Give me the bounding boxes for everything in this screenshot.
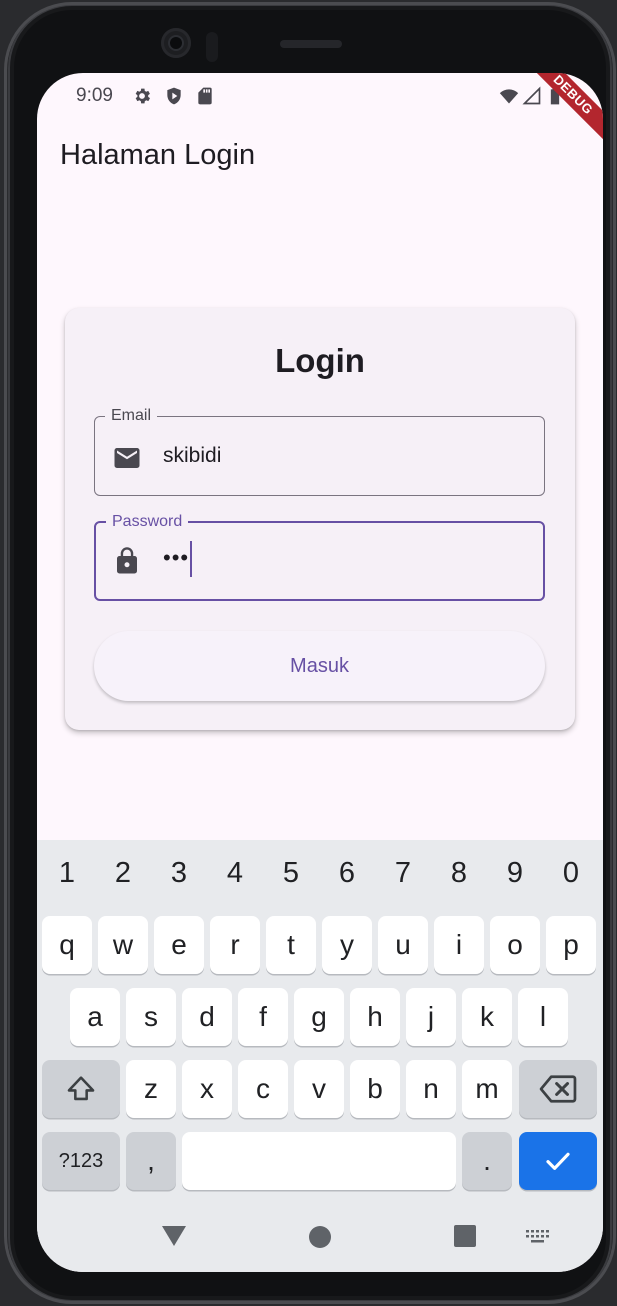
key-w[interactable]: w (98, 916, 148, 974)
email-label: Email (105, 406, 158, 426)
key-k[interactable]: k (462, 988, 512, 1046)
comma-key[interactable]: , (126, 1132, 176, 1190)
backspace-icon (539, 1075, 577, 1103)
enter-key[interactable] (519, 1132, 597, 1190)
password-field[interactable]: Password ••• (94, 512, 545, 601)
key-n[interactable]: n (406, 1060, 456, 1118)
login-card-title: Login (275, 342, 365, 379)
keyboard-switch-icon[interactable] (526, 1230, 550, 1249)
password-label: Password (106, 512, 189, 532)
key-0[interactable]: 0 (551, 857, 591, 890)
key-j[interactable]: j (406, 988, 456, 1046)
sd-card-icon (195, 86, 215, 106)
signal-icon (522, 86, 542, 106)
earpiece-speaker (280, 40, 342, 48)
lock-icon (112, 546, 142, 576)
key-e[interactable]: e (154, 916, 204, 974)
login-submit-button[interactable]: Masuk (94, 631, 545, 701)
key-r[interactable]: r (210, 916, 260, 974)
text-cursor (190, 541, 192, 577)
soft-keyboard: 1 2 3 4 5 6 7 8 9 0 q w e r t y u i o p (37, 840, 603, 1272)
proximity-sensor (206, 32, 218, 62)
key-6[interactable]: 6 (327, 857, 367, 890)
gear-icon (132, 86, 152, 106)
space-key[interactable] (182, 1132, 456, 1190)
key-1[interactable]: 1 (47, 857, 87, 890)
mail-icon (112, 443, 142, 473)
status-bar: 9:09 DEBUG (37, 73, 603, 145)
key-p[interactable]: p (546, 916, 596, 974)
key-9[interactable]: 9 (495, 857, 535, 890)
front-camera (161, 28, 191, 58)
key-u[interactable]: u (378, 916, 428, 974)
key-c[interactable]: c (238, 1060, 288, 1118)
checkmark-icon (546, 1152, 570, 1170)
key-i[interactable]: i (434, 916, 484, 974)
key-x[interactable]: x (182, 1060, 232, 1118)
number-row: 1 2 3 4 5 6 7 8 9 0 (37, 840, 603, 900)
key-s[interactable]: s (126, 988, 176, 1046)
shield-play-icon (164, 86, 184, 106)
key-5[interactable]: 5 (271, 857, 311, 890)
key-z[interactable]: z (126, 1060, 176, 1118)
phone-frame: 9:09 DEBUG Halaman Login Login Email ski… (4, 2, 616, 1304)
status-time: 9:09 (76, 85, 113, 106)
period-key[interactable]: . (462, 1132, 512, 1190)
key-q[interactable]: q (42, 916, 92, 974)
email-field[interactable]: Email skibidi (94, 406, 545, 496)
key-b[interactable]: b (350, 1060, 400, 1118)
key-d[interactable]: d (182, 988, 232, 1046)
key-f[interactable]: f (238, 988, 288, 1046)
shift-key[interactable] (42, 1060, 120, 1118)
key-y[interactable]: y (322, 916, 372, 974)
system-nav-bar (37, 1195, 603, 1272)
key-a[interactable]: a (70, 988, 120, 1046)
key-3[interactable]: 3 (159, 857, 199, 890)
key-v[interactable]: v (294, 1060, 344, 1118)
key-4[interactable]: 4 (215, 857, 255, 890)
app-bar-title: Halaman Login (60, 139, 256, 171)
key-7[interactable]: 7 (383, 857, 423, 890)
debug-banner: DEBUG (523, 73, 603, 145)
home-circle-icon[interactable] (308, 1225, 332, 1254)
password-value[interactable]: ••• (163, 545, 189, 571)
email-value[interactable]: skibidi (163, 444, 221, 468)
key-m[interactable]: m (462, 1060, 512, 1118)
screen: 9:09 DEBUG Halaman Login Login Email ski… (37, 73, 603, 1272)
key-8[interactable]: 8 (439, 857, 479, 890)
recents-square-icon[interactable] (454, 1225, 476, 1252)
key-2[interactable]: 2 (103, 857, 143, 890)
backspace-key[interactable] (519, 1060, 597, 1118)
shift-arrow-icon (67, 1076, 95, 1101)
back-triangle-icon[interactable] (161, 1225, 187, 1252)
key-o[interactable]: o (490, 916, 540, 974)
key-t[interactable]: t (266, 916, 316, 974)
wifi-icon (499, 86, 519, 106)
key-l[interactable]: l (518, 988, 568, 1046)
login-card: Login Email skibidi Password ••• Masuk (65, 308, 575, 730)
key-g[interactable]: g (294, 988, 344, 1046)
key-h[interactable]: h (350, 988, 400, 1046)
symbols-key[interactable]: ?123 (42, 1132, 120, 1190)
